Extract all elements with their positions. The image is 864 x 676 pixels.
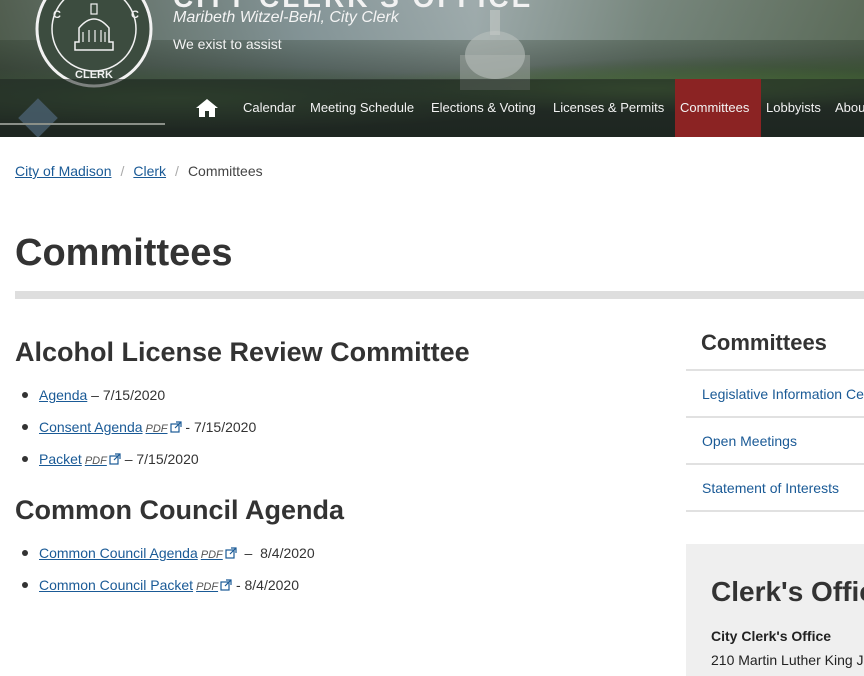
page-title: Committees	[15, 232, 233, 274]
office-address: 210 Martin Luther King Jr. Blvd.	[711, 652, 864, 668]
external-link-icon	[220, 579, 232, 591]
sidebar-item-statement-of-interests[interactable]: Statement of Interests	[686, 465, 864, 512]
nav-item-meeting-schedule[interactable]: Meeting Schedule	[305, 79, 419, 137]
breadcrumb-city-of-madison[interactable]: City of Madison	[15, 163, 111, 179]
breadcrumb-separator: /	[175, 163, 179, 179]
doc-link-label: Consent Agenda	[39, 419, 143, 435]
pdf-tag: PDF	[196, 581, 219, 593]
pdf-tag: PDF	[200, 549, 223, 561]
doc-date: - 8/4/2020	[232, 577, 299, 593]
clerk-name: Maribeth Witzel-Behl, City Clerk	[173, 9, 399, 26]
sidebar-item-open-meetings[interactable]: Open Meetings	[686, 418, 864, 465]
doc-link-agenda[interactable]: Agenda	[39, 387, 87, 403]
nav-item-committees[interactable]: Committees	[675, 79, 761, 137]
list-item: Packet PDF – 7/15/2020	[15, 449, 256, 481]
alcohol-license-doc-list: Agenda – 7/15/2020 Consent Agenda PDF - 7…	[15, 385, 256, 481]
list-item: Common Council Agenda PDF – 8/4/2020	[15, 543, 315, 575]
breadcrumb-current: Committees	[187, 163, 263, 179]
pdf-tag: PDF	[84, 455, 107, 467]
nav-item-lobbyists[interactable]: Lobbyists	[761, 79, 826, 137]
title-divider	[15, 291, 864, 299]
nav-item-elections-voting[interactable]: Elections & Voting	[426, 79, 541, 137]
breadcrumb-clerk[interactable]: Clerk	[133, 163, 166, 179]
nav-item-licenses-permits[interactable]: Licenses & Permits	[548, 79, 669, 137]
sidebar-item-legislative-information-center[interactable]: Legislative Information Center	[686, 371, 864, 418]
common-council-doc-list: Common Council Agenda PDF – 8/4/2020 Comm…	[15, 543, 315, 607]
office-name: City Clerk's Office	[711, 628, 832, 644]
nav-item-about[interactable]: About	[830, 79, 864, 137]
doc-link-label: Common Council Packet	[39, 577, 194, 593]
clerks-office-box: Clerk's Office City Clerk's Office 210 M…	[686, 544, 864, 676]
section-heading-common-council: Common Council Agenda	[15, 495, 344, 525]
city-seal-logo[interactable]: CLERK C C	[35, 0, 153, 88]
doc-link-label: Common Council Agenda	[39, 545, 198, 561]
doc-link-common-council-packet[interactable]: Common Council Packet PDF	[39, 577, 232, 593]
doc-date: - 7/15/2020	[181, 419, 257, 435]
doc-link-label: Agenda	[39, 387, 88, 403]
doc-date: – 7/15/2020	[87, 387, 166, 403]
office-box-title: Clerk's Office	[711, 576, 864, 607]
external-link-icon	[169, 421, 182, 433]
doc-date: – 8/4/2020	[236, 545, 315, 561]
seal-icon: CLERK C C	[35, 0, 153, 88]
sidebar-title: Committees	[701, 330, 827, 355]
doc-link-packet[interactable]: Packet PDF	[39, 451, 121, 467]
nav-divider	[0, 123, 165, 125]
doc-link-consent-agenda[interactable]: Consent Agenda PDF	[39, 419, 182, 435]
home-icon	[196, 99, 218, 117]
tagline: We exist to assist	[173, 36, 282, 52]
nav-item-calendar[interactable]: Calendar	[238, 79, 301, 137]
external-link-icon	[109, 453, 121, 465]
list-item: Consent Agenda PDF - 7/15/2020	[15, 417, 256, 449]
breadcrumb-separator: /	[120, 163, 125, 179]
list-item: Agenda – 7/15/2020	[15, 385, 256, 417]
svg-text:C: C	[53, 9, 61, 21]
section-heading-alcohol-license: Alcohol License Review Committee	[15, 337, 470, 367]
pdf-tag: PDF	[145, 423, 168, 435]
list-item: Common Council Packet PDF - 8/4/2020	[15, 575, 315, 607]
svg-text:C: C	[131, 9, 139, 21]
doc-link-common-council-agenda[interactable]: Common Council Agenda PDF	[39, 545, 237, 561]
breadcrumb: City of Madison / Clerk / Committees	[15, 163, 263, 179]
site-header: CLERK C C CITY CLERK'S OFFICE Maribeth W…	[0, 0, 864, 137]
nav-home-link[interactable]	[193, 96, 221, 120]
doc-date: – 7/15/2020	[120, 451, 199, 467]
external-link-icon	[225, 547, 237, 559]
doc-link-label: Packet	[39, 451, 82, 467]
